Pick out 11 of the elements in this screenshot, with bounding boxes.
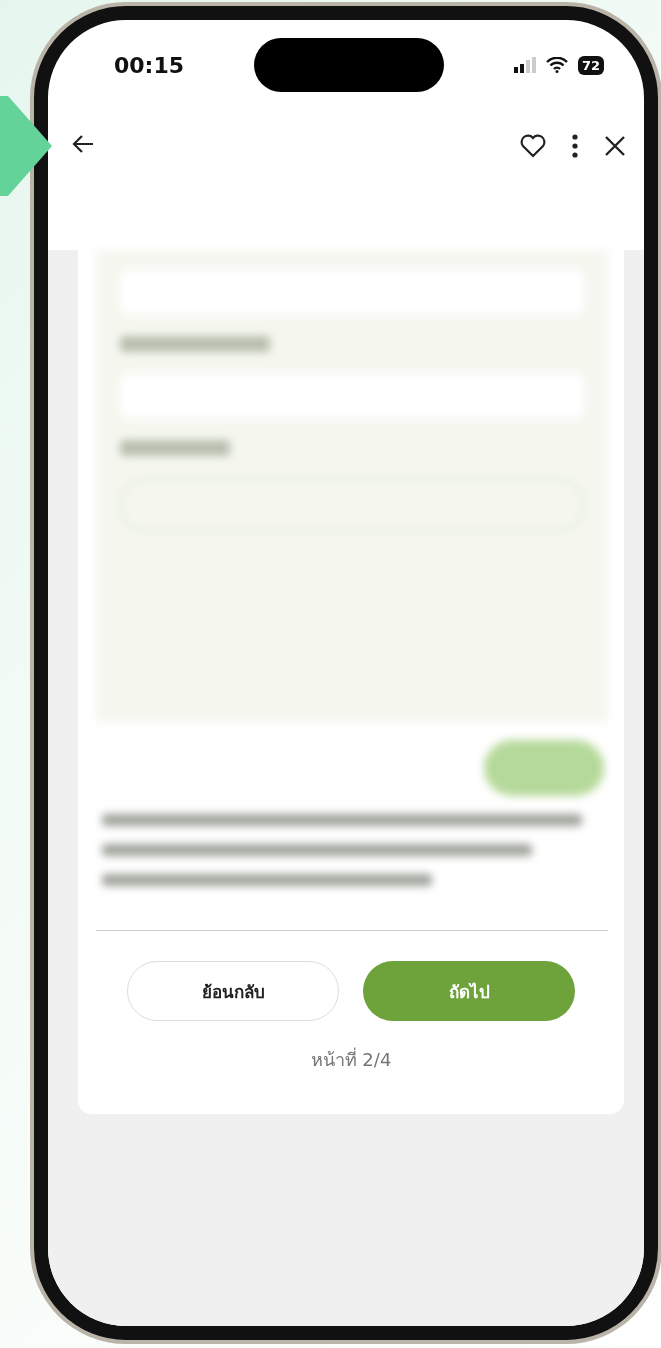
status-time: 00:15 xyxy=(114,52,185,78)
back-button[interactable]: ย้อนกลับ xyxy=(127,961,339,1021)
close-icon[interactable] xyxy=(604,135,626,157)
signal-icon xyxy=(513,57,536,73)
heart-icon[interactable] xyxy=(520,134,546,158)
more-icon[interactable] xyxy=(572,134,578,158)
pointer-arrow-icon xyxy=(0,96,52,196)
page-indicator: หน้าที่ 2/4 xyxy=(309,1046,393,1072)
wifi-icon xyxy=(545,57,568,73)
back-arrow-icon[interactable] xyxy=(72,134,94,154)
battery-level: 72 xyxy=(577,55,604,75)
